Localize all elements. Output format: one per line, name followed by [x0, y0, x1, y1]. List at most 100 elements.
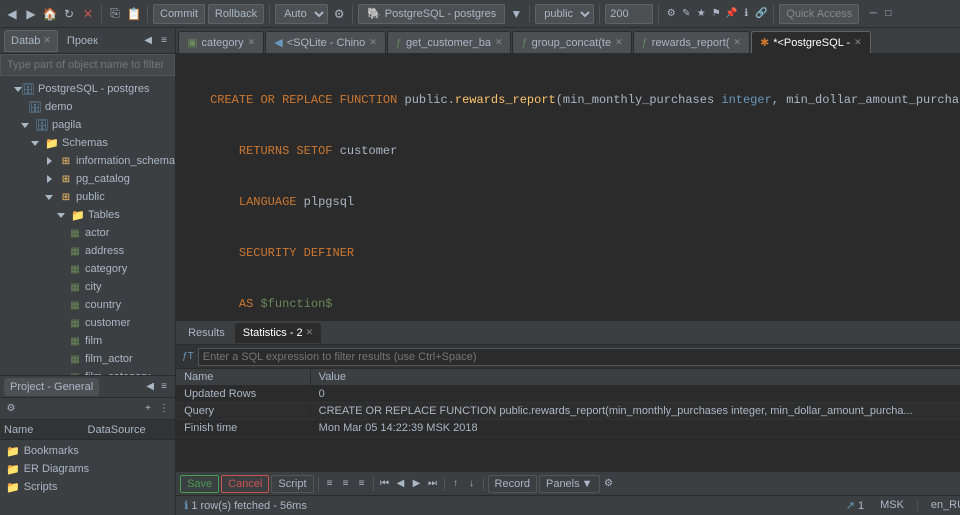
- back-icon[interactable]: ◀: [4, 6, 20, 22]
- code-editor-area[interactable]: CREATE OR REPLACE FUNCTION public.reward…: [176, 54, 960, 320]
- tree-item-film[interactable]: ▦ film: [0, 332, 175, 350]
- project-more-icon[interactable]: ⋮: [157, 402, 171, 416]
- left-panel-collapse[interactable]: ◀: [141, 34, 155, 48]
- prev-icon[interactable]: ◀: [394, 477, 408, 491]
- code-line-1: CREATE OR REPLACE FUNCTION public.reward…: [176, 92, 960, 109]
- project-add-icon[interactable]: +: [141, 402, 155, 416]
- first-icon[interactable]: ⏮: [378, 477, 392, 491]
- tab-database[interactable]: Datab ✕: [4, 30, 58, 52]
- tree-item-city[interactable]: ▦ city: [0, 278, 175, 296]
- last-icon[interactable]: ⏭: [426, 477, 440, 491]
- link-icon[interactable]: 🔗: [754, 7, 768, 21]
- stop-icon[interactable]: ✕: [80, 6, 96, 22]
- filter-input[interactable]: [198, 348, 960, 366]
- settings-results-icon[interactable]: ⚙: [602, 477, 616, 491]
- conn-arrow-icon[interactable]: ▼: [508, 6, 524, 22]
- quick-access-bar[interactable]: Quick Access: [779, 4, 859, 24]
- tree-item-country[interactable]: ▦ country: [0, 296, 175, 314]
- editor-tab-get-customer[interactable]: ƒ get_customer_ba ✕: [387, 31, 512, 53]
- tree-item-info-schema[interactable]: ⊞ information_schema: [0, 152, 175, 170]
- tab-close-category[interactable]: ✕: [248, 37, 256, 48]
- project-scripts[interactable]: 📁 Scripts: [0, 478, 175, 496]
- flag-icon[interactable]: ⚑: [709, 7, 723, 21]
- project-general-tab[interactable]: Project - General: [4, 378, 99, 396]
- tree-item-schemas[interactable]: 📁 Schemas: [0, 134, 175, 152]
- forward-icon[interactable]: ▶: [23, 6, 39, 22]
- tree-item-pg-postgres[interactable]: 🗄 PostgreSQL - postgres: [0, 80, 175, 98]
- tree-item-address[interactable]: ▦ address: [0, 242, 175, 260]
- import-icon[interactable]: ↓: [465, 477, 479, 491]
- limit-input[interactable]: [605, 4, 653, 24]
- editor-tab-group-concat[interactable]: ƒ group_concat(te ✕: [512, 31, 631, 53]
- table-row[interactable]: Finish time Mon Mar 05 14:22:39 MSK 2018: [176, 420, 960, 437]
- edit-icon[interactable]: ✎: [679, 7, 693, 21]
- home-icon[interactable]: 🏠: [42, 6, 58, 22]
- editor-tab-rewards-report[interactable]: ƒ rewards_report( ✕: [633, 31, 750, 53]
- table-row[interactable]: Updated Rows 0: [176, 386, 960, 403]
- editor-tab-category[interactable]: ▣ category ✕: [178, 31, 264, 53]
- auto-select[interactable]: Auto: [275, 4, 328, 24]
- align-left-icon[interactable]: ≡: [323, 477, 337, 491]
- align-right-icon[interactable]: ≡: [355, 477, 369, 491]
- tab-close-sqlite[interactable]: ✕: [369, 37, 377, 48]
- results-tab-statistics[interactable]: Statistics - 2 ✕: [235, 323, 321, 343]
- tree-item-demo[interactable]: 🗄 demo: [0, 98, 175, 116]
- col-header-name: Name: [176, 369, 310, 386]
- tab-close-group-concat[interactable]: ✕: [615, 37, 623, 48]
- tx-icon[interactable]: ⚙: [664, 7, 678, 21]
- project-settings-icon[interactable]: ⚙: [4, 402, 18, 416]
- tab-database-close[interactable]: ✕: [43, 35, 51, 46]
- align-center-icon[interactable]: ≡: [339, 477, 353, 491]
- paste-icon[interactable]: 📋: [126, 6, 142, 22]
- tree-item-pagila[interactable]: 🗄 pagila: [0, 116, 175, 134]
- table-icon8: ▦: [68, 352, 82, 366]
- copy-icon[interactable]: ⎘: [107, 6, 123, 22]
- star-icon[interactable]: ★: [694, 7, 708, 21]
- script-button[interactable]: Script: [271, 475, 313, 493]
- tab-close-get-customer[interactable]: ✕: [495, 37, 503, 48]
- locale-status: en_RU: [927, 499, 960, 512]
- project-collapse-icon[interactable]: ◀: [143, 380, 157, 394]
- db-search-input[interactable]: [0, 54, 175, 76]
- commit-button[interactable]: Commit: [153, 4, 205, 24]
- table-icon3: ▦: [68, 262, 82, 276]
- rollback-button[interactable]: Rollback: [208, 4, 264, 24]
- left-tab-bar: Datab ✕ Проек ◀ ≡: [0, 28, 175, 54]
- info-icon[interactable]: ℹ: [739, 7, 753, 21]
- results-tab-statistics-close[interactable]: ✕: [306, 327, 314, 338]
- project-expand-icon[interactable]: ≡: [157, 380, 171, 394]
- next-icon[interactable]: ▶: [410, 477, 424, 491]
- pin-icon[interactable]: 📌: [724, 7, 738, 21]
- tree-item-pg-catalog[interactable]: ⊞ pg_catalog: [0, 170, 175, 188]
- tree-item-tables[interactable]: 📁 Tables: [0, 206, 175, 224]
- editor-tab-sqlite[interactable]: ◀ <SQLite - Chino ✕: [265, 31, 386, 53]
- tree-item-actor[interactable]: ▦ actor: [0, 224, 175, 242]
- tree-item-category[interactable]: ▦ category: [0, 260, 175, 278]
- maximize-icon[interactable]: □: [881, 7, 895, 21]
- tree-item-film-category[interactable]: ▦ film_category: [0, 368, 175, 375]
- cancel-button[interactable]: Cancel: [221, 475, 269, 493]
- panels-button[interactable]: Panels ▼: [539, 475, 600, 493]
- export-icon[interactable]: ↑: [449, 477, 463, 491]
- project-column-headers: Name DataSource: [0, 420, 175, 440]
- tab-close-rewards[interactable]: ✕: [733, 37, 741, 48]
- tree-item-customer[interactable]: ▦ customer: [0, 314, 175, 332]
- refresh-icon[interactable]: ↻: [61, 6, 77, 22]
- settings-icon[interactable]: ⚙: [331, 6, 347, 22]
- schema-select[interactable]: public: [535, 4, 594, 24]
- minimize-icon[interactable]: ─: [866, 7, 880, 21]
- tree-item-film-actor[interactable]: ▦ film_actor: [0, 350, 175, 368]
- record-button[interactable]: Record: [488, 475, 537, 493]
- table-row[interactable]: Query CREATE OR REPLACE FUNCTION public.…: [176, 403, 960, 420]
- code-editor[interactable]: CREATE OR REPLACE FUNCTION public.reward…: [176, 54, 960, 320]
- save-button[interactable]: Save: [180, 475, 219, 493]
- left-panel-expand[interactable]: ≡: [157, 34, 171, 48]
- results-tab-results[interactable]: Results: [180, 323, 233, 343]
- project-bookmarks[interactable]: 📁 Bookmarks: [0, 442, 175, 460]
- project-er-diagrams[interactable]: 📁 ER Diagrams: [0, 460, 175, 478]
- tab-project[interactable]: Проек: [60, 30, 105, 52]
- tab-close-pg-active[interactable]: ✕: [854, 37, 862, 48]
- editor-tab-pg-active[interactable]: ✱ *<PostgreSQL - ✕: [751, 31, 871, 53]
- tree-item-public[interactable]: ⊞ public: [0, 188, 175, 206]
- db-icon: 🗄: [21, 82, 35, 96]
